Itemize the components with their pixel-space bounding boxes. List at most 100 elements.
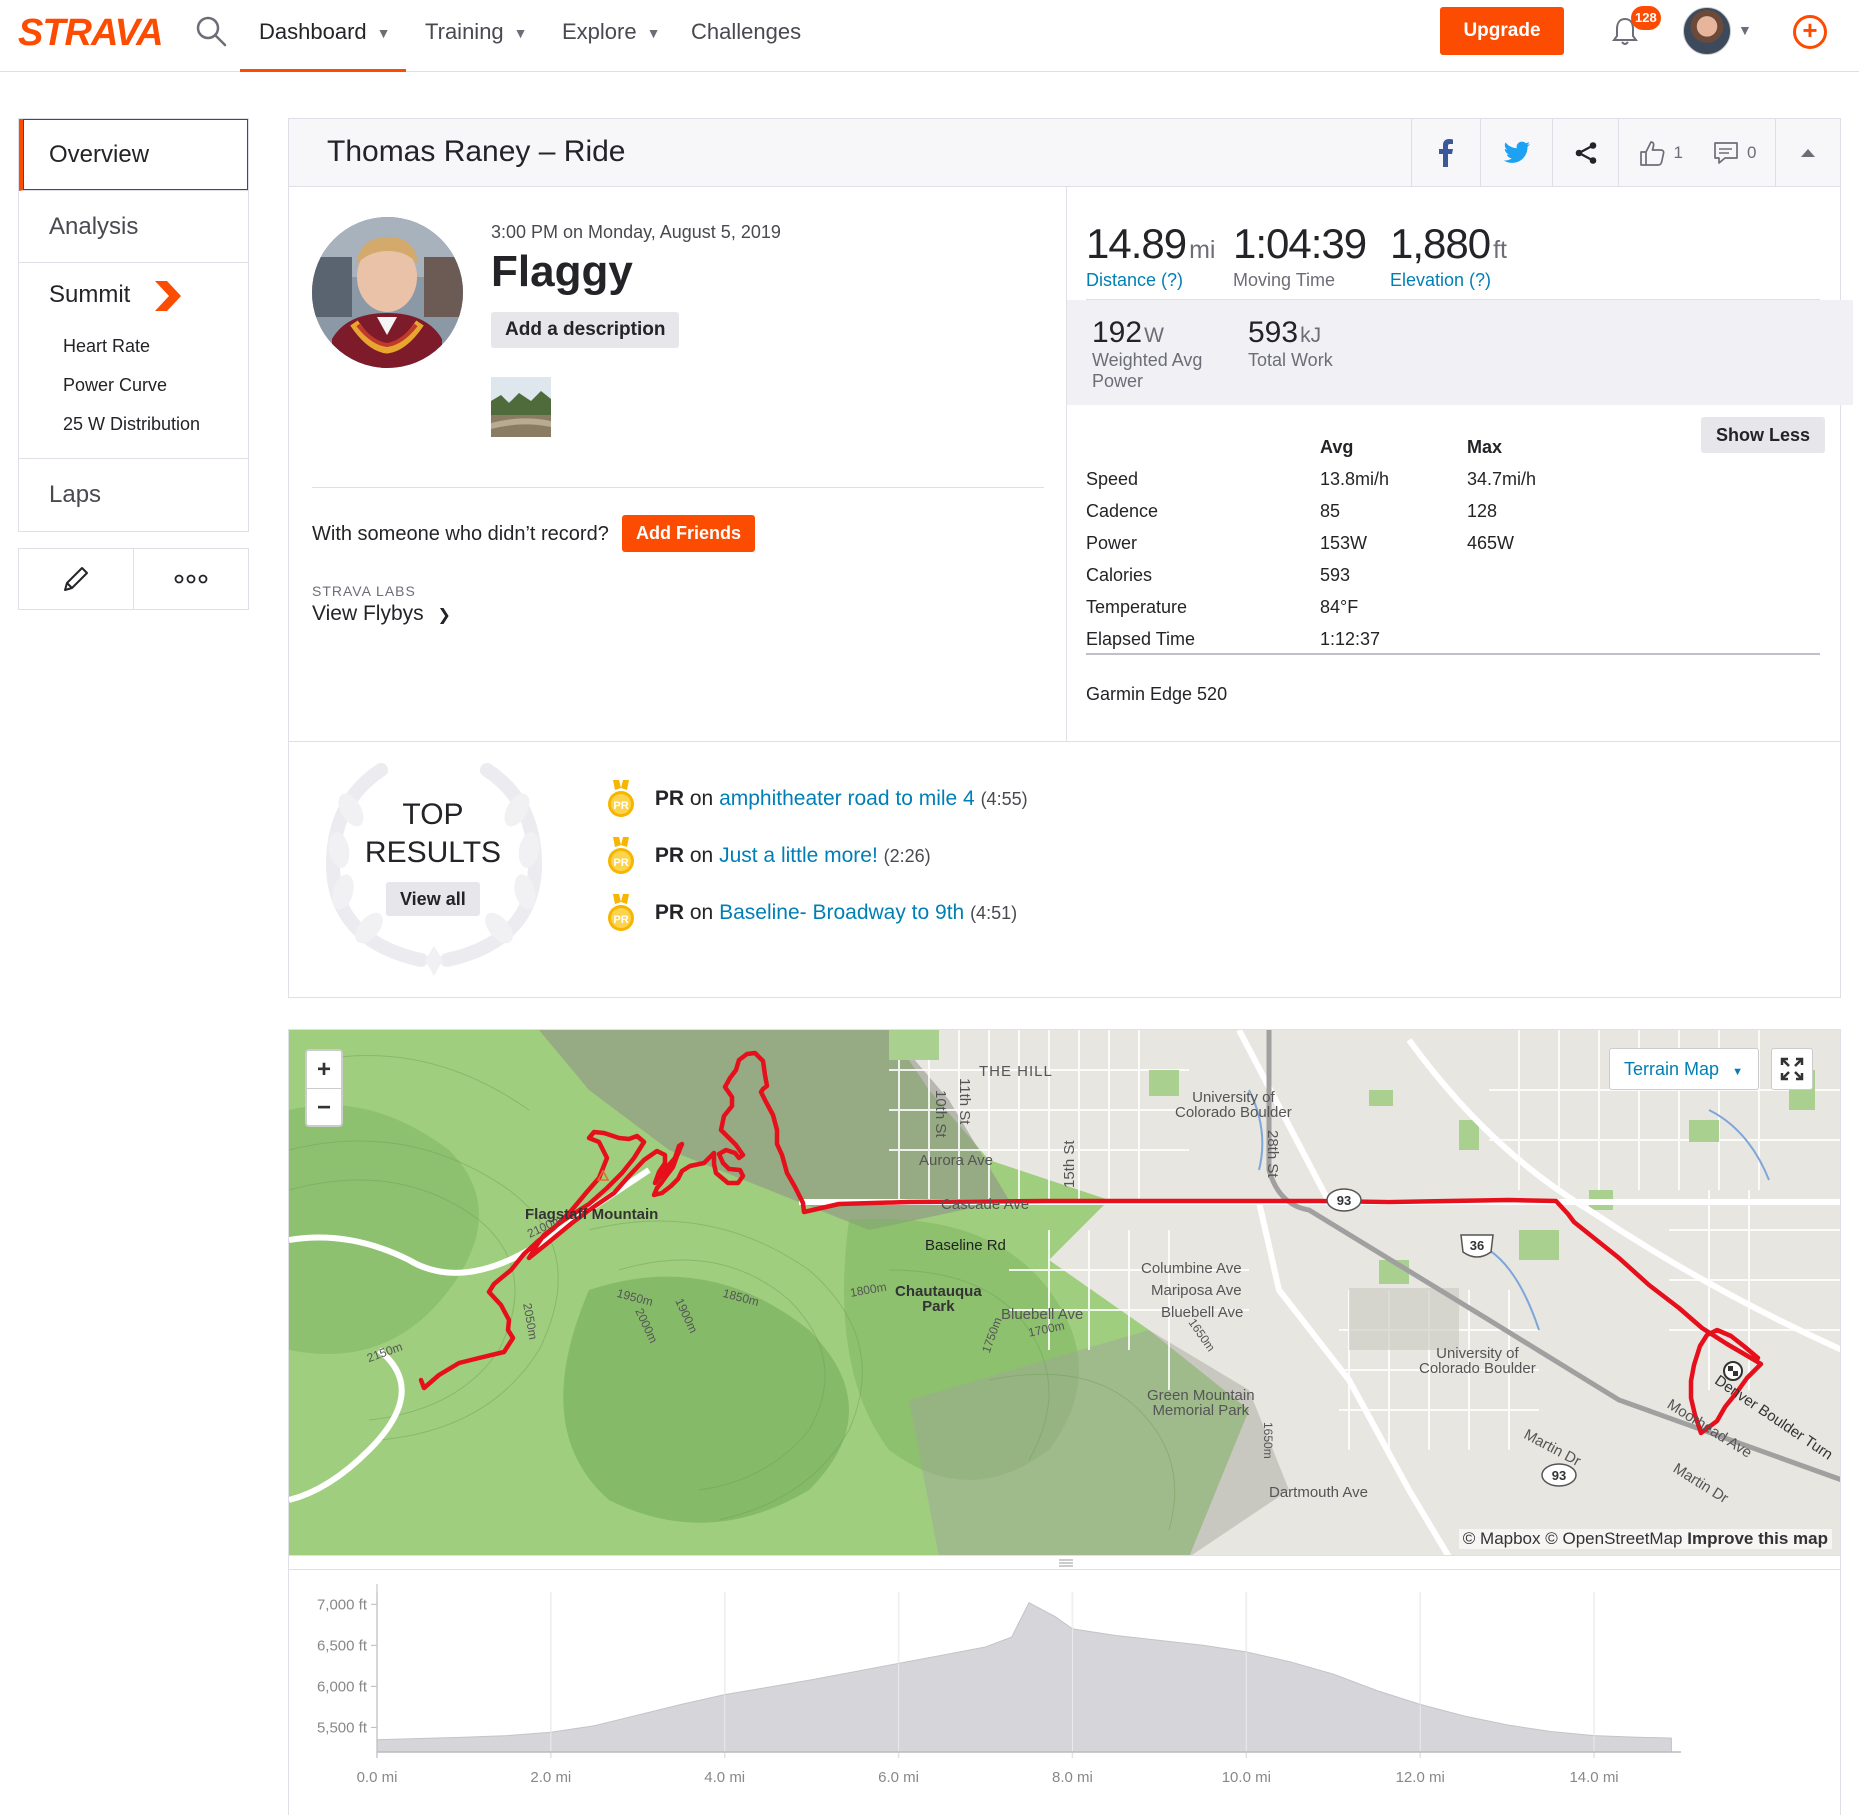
avatar[interactable] <box>1683 7 1731 55</box>
route-map[interactable]: 93 36 93 Flagstaff Mountain THE HILL 10t… <box>288 1029 1841 1556</box>
table-row: Elapsed Time 1:12:37 <box>1086 629 1381 649</box>
table-row: Cadence 85 128 <box>1086 501 1498 521</box>
elevation-label[interactable]: Elevation (?) <box>1390 270 1507 291</box>
top-nav: STRAVA Dashboard ▼ Training ▼ Explore ▼ Cha… <box>0 0 1859 72</box>
view-flybys-link[interactable]: View Flybys ❯ <box>312 602 451 626</box>
sidebar-item-power-curve[interactable]: Power Curve <box>19 366 248 405</box>
comment-count: 0 <box>1747 142 1757 162</box>
sidebar-item-summit[interactable]: Summit <box>19 263 248 327</box>
svg-text:36: 36 <box>1470 1238 1484 1253</box>
map-canvas[interactable]: 93 36 93 <box>289 1030 1841 1556</box>
strava-logo[interactable]: STRAVA <box>18 12 164 55</box>
activity-title: Thomas Raney – Ride <box>327 135 626 168</box>
chevron-down-icon: ▼ <box>646 25 661 42</box>
add-description-button[interactable]: Add a description <box>491 312 680 348</box>
top-results-title: TOP RESULTS <box>364 798 502 869</box>
segment-link[interactable]: Just a little more! <box>719 844 878 867</box>
map-label: Chautauqua Park <box>895 1283 982 1315</box>
map-label: Bluebell Ave <box>1001 1306 1084 1323</box>
y-tick-label: 6,500 ft <box>317 1637 368 1654</box>
top-results: TOP RESULTS View all PR PR on amphitheat… <box>289 741 1840 997</box>
nav-explore[interactable]: Explore ▼ <box>562 0 660 72</box>
upgrade-button[interactable]: Upgrade <box>1440 7 1564 55</box>
twitter-icon <box>1503 141 1530 163</box>
search-icon[interactable] <box>194 14 228 48</box>
edit-button[interactable] <box>19 549 133 609</box>
add-friends-button[interactable]: Add Friends <box>622 515 756 552</box>
map-label: University of Colorado Boulder <box>1175 1089 1292 1121</box>
map-label: Green Mountain Memorial Park <box>1147 1387 1255 1419</box>
nav-challenges[interactable]: Challenges <box>691 0 801 72</box>
sidebar-item-power-distribution[interactable]: 25 W Distribution <box>19 405 248 444</box>
x-tick-label: 6.0 mi <box>878 1769 919 1786</box>
chevron-down-icon: ▼ <box>513 25 528 42</box>
route-badge-36: 36 <box>1460 1234 1494 1258</box>
activity-stats: 14.89 mi Distance (?) 1:04:39 Moving Time… <box>1067 187 1853 741</box>
y-tick-label: 6,000 ft <box>317 1678 368 1695</box>
map-label: Columbine Ave <box>1141 1260 1242 1277</box>
show-less-button[interactable]: Show Less <box>1701 417 1826 453</box>
athlete-avatar[interactable] <box>312 217 463 368</box>
zoom-in-button[interactable]: + <box>307 1051 341 1088</box>
elevation-chart[interactable]: 7,000 ft 6,500 ft 6,000 ft 5,500 ft 0.0 mi 2.… <box>288 1570 1841 1815</box>
sidebar-tools <box>18 548 249 610</box>
share-button[interactable] <box>1552 119 1618 186</box>
svg-text:PR: PR <box>613 914 628 926</box>
stat-moving-time: 1:04:39 Moving Time <box>1233 220 1367 290</box>
chevron-down-icon[interactable]: ▼ <box>1738 22 1752 38</box>
plus-circle-icon[interactable]: + <box>1793 15 1827 49</box>
y-tick-label: 7,000 ft <box>317 1596 368 1613</box>
segment-link[interactable]: Baseline- Broadway to 9th <box>719 901 964 924</box>
map-label: 15th St <box>1061 1140 1078 1188</box>
segment-link[interactable]: amphitheater road to mile 4 <box>719 787 975 810</box>
elevation-area <box>376 1602 1672 1753</box>
resize-handle[interactable] <box>288 1556 1841 1570</box>
list-item: PR PR on Just a little more! (2:26) <box>607 836 931 876</box>
route-badge-93: 93 <box>1326 1188 1362 1212</box>
facebook-icon <box>1439 138 1453 167</box>
sidebar-summit-group: Summit Heart Rate Power Curve 25 W Distr… <box>19 263 248 459</box>
twitter-share-button[interactable] <box>1480 119 1552 186</box>
kudos-count: 1 <box>1673 142 1683 162</box>
view-all-button[interactable]: View all <box>386 882 480 916</box>
device-name: Garmin Edge 520 <box>1086 684 1228 704</box>
divider <box>1086 653 1820 655</box>
x-tick-label: 4.0 mi <box>704 1769 745 1786</box>
share-icon <box>1575 141 1596 164</box>
pr-medal-icon: PR <box>608 837 634 875</box>
sidebar-item-overview[interactable]: Overview <box>19 119 248 191</box>
map-label: THE HILL <box>979 1063 1053 1080</box>
distance-label[interactable]: Distance (?) <box>1086 270 1216 291</box>
improve-map-link[interactable]: Improve this map <box>1687 1529 1828 1548</box>
collapse-button[interactable] <box>1775 119 1840 186</box>
map-label: Aurora Ave <box>919 1152 993 1169</box>
pencil-icon <box>64 567 88 591</box>
x-tick-label: 0.0 mi <box>357 1769 398 1786</box>
chevron-down-icon: ▼ <box>376 25 391 42</box>
svg-text:93: 93 <box>1552 1468 1566 1483</box>
facebook-share-button[interactable] <box>1411 119 1480 186</box>
caret-down-icon: ▼ <box>1732 1066 1743 1078</box>
activity-photo-thumbnail[interactable] <box>491 377 551 437</box>
activity-timestamp: 3:00 PM on Monday, August 5, 2019 <box>491 222 781 242</box>
nav-training[interactable]: Training ▼ <box>425 0 528 72</box>
activity-header: Thomas Raney – Ride 1 0 <box>289 119 1840 187</box>
athlete-photo <box>312 217 463 368</box>
more-button[interactable] <box>133 549 248 609</box>
comments-button[interactable]: 0 <box>1713 140 1756 166</box>
x-tick-label: 2.0 mi <box>530 1769 571 1786</box>
strava-labs-label: STRAVA LABS <box>312 583 416 599</box>
collapse-icon <box>1801 148 1815 157</box>
sidebar-item-laps[interactable]: Laps <box>19 459 248 531</box>
sidebar-item-heart-rate[interactable]: Heart Rate <box>19 327 248 366</box>
fullscreen-button[interactable] <box>1771 1048 1813 1090</box>
map-label: Baseline Rd <box>925 1237 1006 1254</box>
elevation-chart-svg[interactable]: 7,000 ft 6,500 ft 6,000 ft 5,500 ft 0.0 mi 2.… <box>289 1570 1840 1815</box>
kudos-button[interactable]: 1 <box>1638 139 1683 167</box>
sidebar: Overview Analysis Summit Heart Rate Powe… <box>18 118 249 610</box>
kudos-icon <box>1639 140 1664 166</box>
sidebar-item-analysis[interactable]: Analysis <box>19 191 248 263</box>
nav-dashboard[interactable]: Dashboard ▼ <box>240 0 406 72</box>
zoom-out-button[interactable]: − <box>307 1088 341 1125</box>
map-type-select[interactable]: Terrain Map ▼ <box>1609 1048 1759 1090</box>
